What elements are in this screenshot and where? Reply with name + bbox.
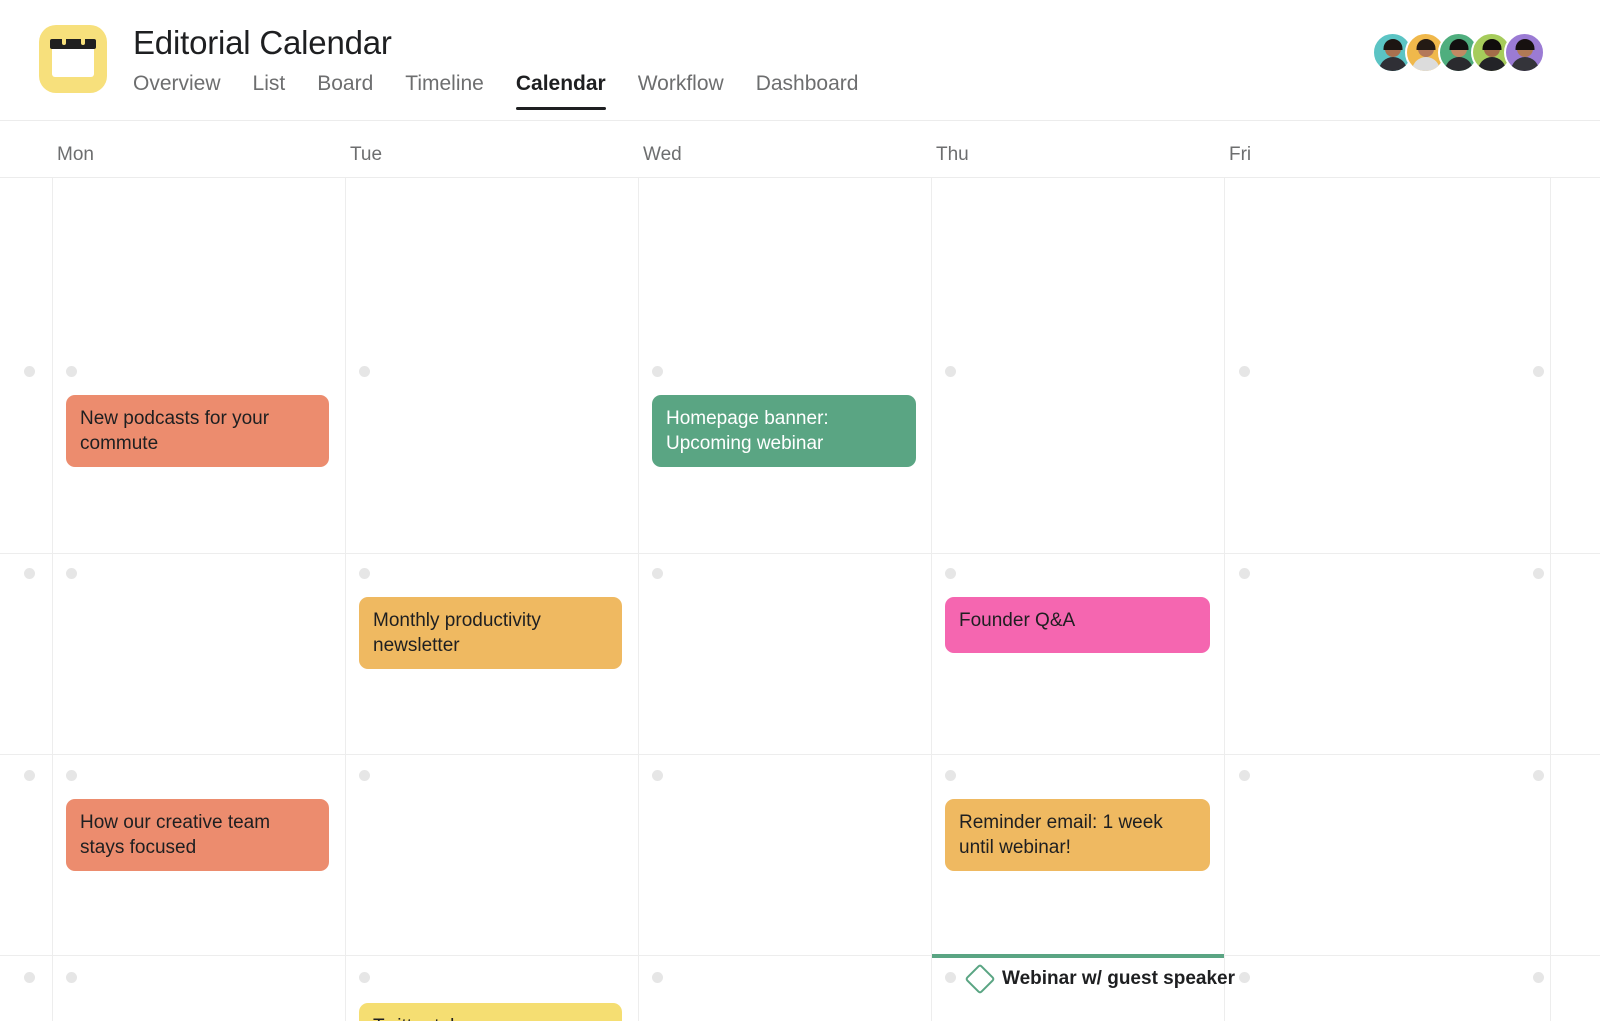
- add-task-dot[interactable]: [24, 770, 35, 781]
- member-avatars: [1372, 32, 1545, 73]
- calendar-icon: [39, 25, 107, 93]
- calendar-grid: New podcasts for your commute Homepage ba…: [0, 178, 1600, 1021]
- avatar-hair: [1515, 39, 1534, 50]
- add-task-dot[interactable]: [359, 972, 370, 983]
- avatar-body: [1510, 57, 1539, 71]
- add-task-dot[interactable]: [359, 366, 370, 377]
- calendar-event[interactable]: Reminder email: 1 week until webinar!: [945, 799, 1210, 871]
- add-task-dot[interactable]: [359, 568, 370, 579]
- add-task-dot[interactable]: [945, 568, 956, 579]
- weekday-header-row: Mon Tue Wed Thu Fri: [0, 121, 1600, 178]
- milestone-event[interactable]: Webinar w/ guest speaker: [964, 963, 1236, 995]
- avatar-hair: [1449, 39, 1468, 50]
- tab-workflow[interactable]: Workflow: [622, 72, 740, 110]
- calendar-event[interactable]: How our creative team stays focused: [66, 799, 329, 871]
- grid-column-divider: [1550, 178, 1551, 1021]
- add-task-dot[interactable]: [1533, 366, 1544, 377]
- add-task-dot[interactable]: [1239, 568, 1250, 579]
- avatar-hair: [1383, 39, 1402, 50]
- calendar-event[interactable]: Twitter takeover: [359, 1003, 622, 1021]
- calendar-event[interactable]: Homepage banner: Upcoming webinar: [652, 395, 916, 467]
- weekday-label-mon: Mon: [57, 144, 94, 165]
- grid-row-divider: [0, 955, 1600, 956]
- add-task-dot[interactable]: [1533, 770, 1544, 781]
- milestone-label: Webinar w/ guest speaker: [1002, 968, 1236, 989]
- add-task-dot[interactable]: [359, 770, 370, 781]
- grid-column-divider: [345, 178, 346, 1021]
- add-task-dot[interactable]: [945, 972, 956, 983]
- tab-calendar[interactable]: Calendar: [500, 72, 622, 110]
- calendar-icon-ring-left: [62, 37, 66, 45]
- tab-overview[interactable]: Overview: [133, 72, 237, 110]
- avatar-body: [1378, 57, 1407, 71]
- add-task-dot[interactable]: [652, 568, 663, 579]
- weekday-label-wed: Wed: [643, 144, 682, 165]
- grid-column-divider: [931, 178, 932, 1021]
- add-task-dot[interactable]: [652, 770, 663, 781]
- calendar-icon-ring-right: [81, 37, 85, 45]
- avatar-body: [1477, 57, 1506, 71]
- avatar[interactable]: [1504, 32, 1545, 73]
- add-task-dot[interactable]: [24, 972, 35, 983]
- add-task-dot[interactable]: [24, 568, 35, 579]
- calendar-event[interactable]: New podcasts for your commute: [66, 395, 329, 467]
- add-task-dot[interactable]: [24, 366, 35, 377]
- milestone-bar: [932, 954, 1224, 958]
- add-task-dot[interactable]: [1239, 972, 1250, 983]
- tab-board[interactable]: Board: [301, 72, 389, 110]
- add-task-dot[interactable]: [945, 770, 956, 781]
- calendar-event[interactable]: Monthly productivity newsletter: [359, 597, 622, 669]
- grid-row-divider: [0, 553, 1600, 554]
- tab-list[interactable]: List: [237, 72, 302, 110]
- tab-timeline[interactable]: Timeline: [389, 72, 500, 110]
- diamond-icon: [964, 963, 996, 995]
- add-task-dot[interactable]: [1239, 770, 1250, 781]
- add-task-dot[interactable]: [652, 366, 663, 377]
- weekday-label-fri: Fri: [1229, 144, 1252, 165]
- grid-column-divider: [638, 178, 639, 1021]
- grid-column-divider: [52, 178, 53, 1021]
- grid-column-divider: [1224, 178, 1225, 1021]
- avatar-hair: [1482, 39, 1501, 50]
- add-task-dot[interactable]: [1239, 366, 1250, 377]
- add-task-dot[interactable]: [652, 972, 663, 983]
- calendar-app: Editorial Calendar Overview List Board Time…: [0, 0, 1600, 1021]
- add-task-dot[interactable]: [945, 366, 956, 377]
- add-task-dot[interactable]: [66, 972, 77, 983]
- grid-row-divider: [0, 754, 1600, 755]
- calendar-event[interactable]: Founder Q&A: [945, 597, 1210, 653]
- page-title: Editorial Calendar: [133, 24, 392, 61]
- avatar-body: [1411, 57, 1440, 71]
- app-header: Editorial Calendar Overview List Board Time…: [0, 0, 1600, 121]
- avatar-body: [1444, 57, 1473, 71]
- add-task-dot[interactable]: [66, 770, 77, 781]
- view-tabs: Overview List Board Timeline Calendar Workflo…: [133, 72, 874, 110]
- add-task-dot[interactable]: [1533, 568, 1544, 579]
- add-task-dot[interactable]: [66, 366, 77, 377]
- add-task-dot[interactable]: [66, 568, 77, 579]
- weekday-label-thu: Thu: [936, 144, 969, 165]
- tab-dashboard[interactable]: Dashboard: [740, 72, 875, 110]
- add-task-dot[interactable]: [1533, 972, 1544, 983]
- calendar-icon-header: [50, 39, 96, 49]
- weekday-label-tue: Tue: [350, 144, 383, 165]
- avatar-hair: [1416, 39, 1435, 50]
